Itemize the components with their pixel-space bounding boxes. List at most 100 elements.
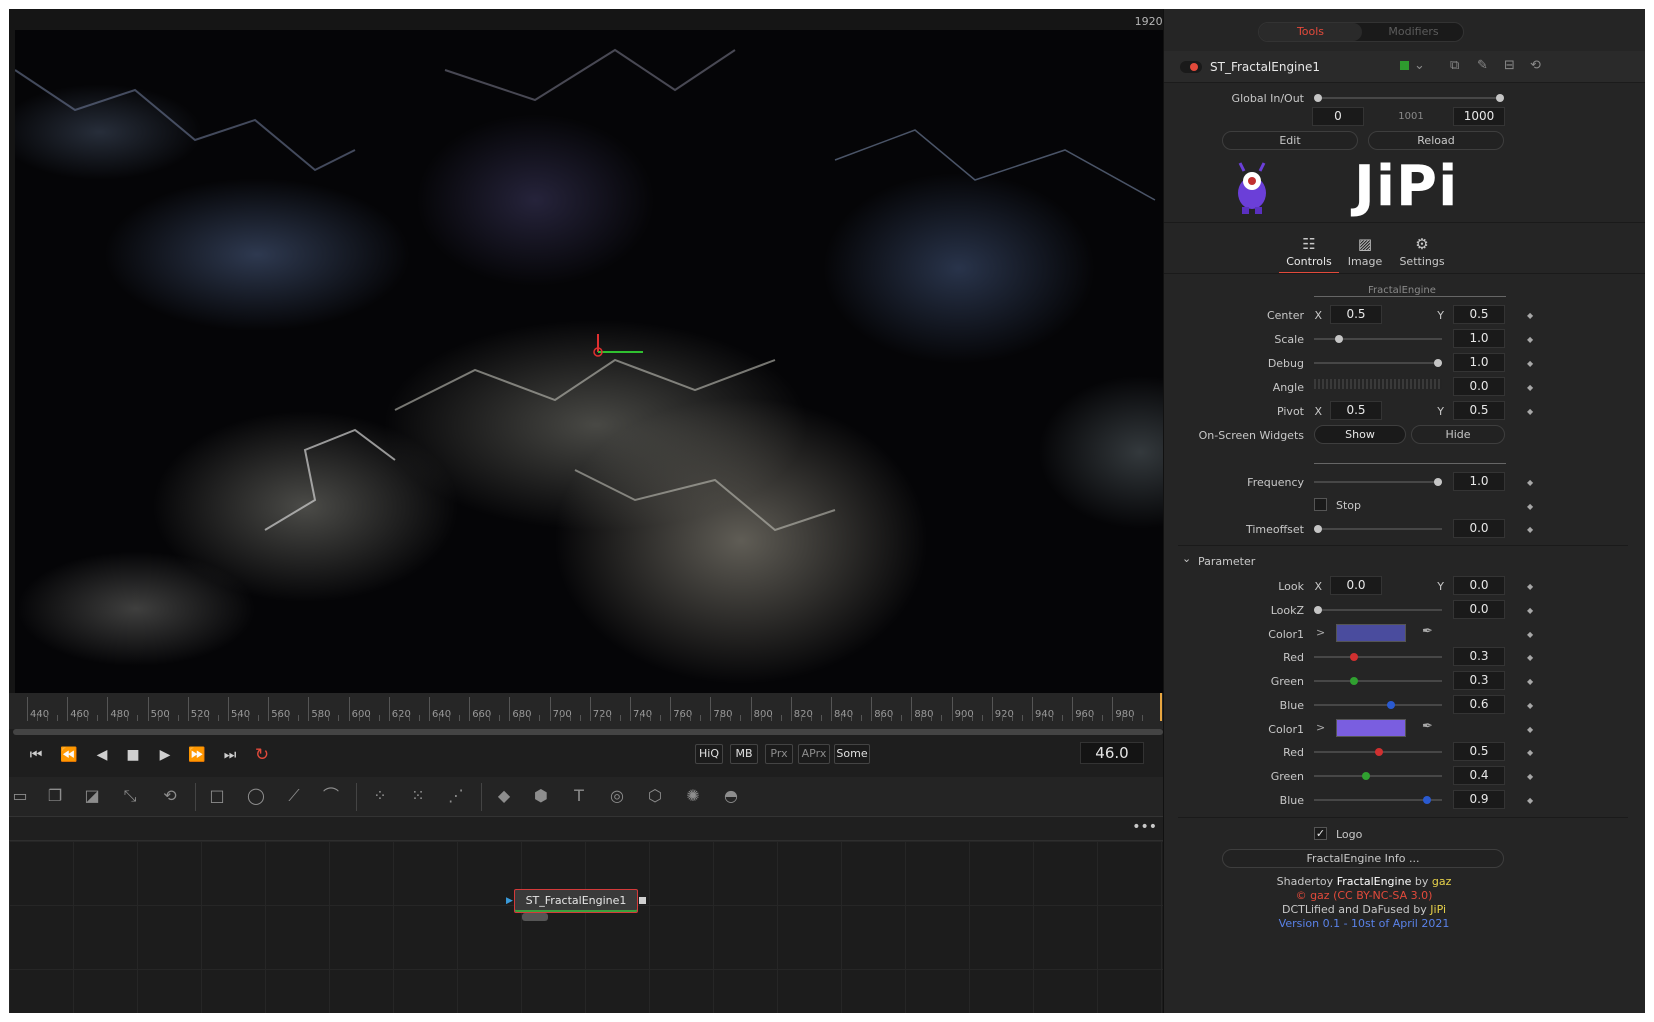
red-field[interactable]: 0.5 (1453, 742, 1505, 761)
some-button[interactable]: Some (834, 744, 870, 764)
camera-3d-icon[interactable]: ◎ (606, 785, 628, 807)
blue-slider[interactable] (1314, 704, 1442, 706)
more-options-icon[interactable]: ••• (1132, 819, 1157, 835)
node-mask-port[interactable] (522, 913, 548, 921)
keyframe-icon[interactable]: ◆ (1527, 630, 1533, 639)
loop-icon[interactable]: ↻ (249, 744, 275, 766)
lock-icon[interactable]: ⊟ (1504, 58, 1515, 73)
spotlight-3d-icon[interactable]: ◓ (720, 785, 742, 807)
node-input-icon[interactable]: ▶ (506, 896, 513, 906)
go-to-start-icon[interactable]: ⏮ (23, 744, 49, 766)
red-knob[interactable] (1350, 653, 1358, 661)
pivot-y-field[interactable]: 0.5 (1453, 401, 1505, 420)
keyframe-icon[interactable]: ◆ (1527, 383, 1533, 392)
stop-checkbox[interactable] (1314, 498, 1327, 511)
bspline-mask-icon[interactable]: ⌒ (320, 785, 342, 807)
info-button[interactable]: FractalEngine Info ... (1222, 849, 1504, 868)
reload-button[interactable]: Reload (1368, 131, 1504, 150)
hide-widgets-button[interactable]: Hide (1411, 425, 1505, 444)
time-scrubbar[interactable] (13, 729, 1163, 735)
scale-slider[interactable] (1314, 338, 1442, 340)
particle-style-icon[interactable]: ⋰ (445, 785, 467, 807)
hiq-button[interactable]: HiQ (695, 744, 723, 764)
global-out-knob[interactable] (1496, 94, 1504, 102)
frequency-field[interactable]: 1.0 (1453, 472, 1505, 491)
global-out-field[interactable]: 1000 (1453, 107, 1505, 126)
particle-emitter-icon[interactable]: ⁘ (369, 785, 391, 807)
look-x-field[interactable]: 0.0 (1330, 576, 1382, 595)
prx-button[interactable]: Prx (765, 744, 793, 764)
blue-field[interactable]: 0.9 (1453, 790, 1505, 809)
keyframe-icon[interactable]: ◆ (1527, 525, 1533, 534)
blue-field[interactable]: 0.6 (1453, 695, 1505, 714)
green-field[interactable]: 0.4 (1453, 766, 1505, 785)
play-icon[interactable]: ▶ (152, 744, 178, 766)
logo-checkbox[interactable]: ✓ (1314, 827, 1327, 840)
keyframe-icon[interactable]: ◆ (1527, 725, 1533, 734)
frequency-slider[interactable] (1314, 481, 1442, 483)
aprx-button[interactable]: APrx (798, 744, 830, 764)
tab-tools[interactable]: Tools (1259, 23, 1362, 41)
parameter-section-label[interactable]: Parameter (1198, 555, 1255, 568)
lookz-slider[interactable] (1314, 609, 1442, 611)
color2-swatch[interactable] (1336, 719, 1406, 737)
timeoffset-slider[interactable] (1314, 528, 1442, 530)
keyframe-icon[interactable]: ◆ (1527, 772, 1533, 781)
timeoffset-field[interactable]: 0.0 (1453, 519, 1505, 538)
keyframe-icon[interactable]: ◆ (1527, 606, 1533, 615)
debug-field[interactable]: 1.0 (1453, 353, 1505, 372)
global-inout-slider[interactable] (1318, 97, 1500, 99)
rectangle-mask-icon[interactable]: □ (206, 785, 228, 807)
reset-icon[interactable]: ⟲ (1530, 58, 1541, 73)
eyedropper-icon[interactable]: ✒ (1422, 719, 1433, 734)
global-in-knob[interactable] (1314, 94, 1322, 102)
show-widgets-button[interactable]: Show (1314, 425, 1406, 444)
keyframe-icon[interactable]: ◆ (1527, 311, 1533, 320)
timeline-ruler[interactable]: 440 460 480 500 520 540 560 580 600 620 640 660 680 7… (9, 693, 1227, 729)
keyframe-icon[interactable]: ◆ (1527, 653, 1533, 662)
debug-knob[interactable] (1434, 359, 1442, 367)
chevron-down-icon[interactable]: ⌄ (1414, 58, 1425, 73)
frequency-knob[interactable] (1434, 478, 1442, 486)
green-knob[interactable] (1362, 772, 1370, 780)
red-slider[interactable] (1314, 656, 1442, 658)
particle-render-icon[interactable]: ⁙ (407, 785, 429, 807)
text-3d-icon[interactable]: T (568, 785, 590, 807)
merge-tool-icon[interactable]: ❐ (44, 785, 66, 807)
transform-widget[interactable] (593, 334, 643, 357)
edit-button[interactable]: Edit (1222, 131, 1358, 150)
image-plane-3d-icon[interactable]: ◆ (493, 785, 515, 807)
step-forward-icon[interactable]: ⏩ (184, 744, 210, 766)
resize-tool-icon[interactable]: ⤡ (119, 785, 141, 807)
red-knob[interactable] (1375, 748, 1383, 756)
keyframe-icon[interactable]: ◆ (1527, 407, 1533, 416)
keyframe-icon[interactable]: ◆ (1527, 677, 1533, 686)
node-editor[interactable]: ▶ ST_FractalEngine1 (9, 841, 1163, 1013)
tab-image[interactable]: ▨ Image (1335, 235, 1395, 268)
eyedropper-icon[interactable]: ✒ (1422, 624, 1433, 639)
angle-field[interactable]: 0.0 (1453, 377, 1505, 396)
green-field[interactable]: 0.3 (1453, 671, 1505, 690)
green-knob[interactable] (1350, 677, 1358, 685)
pivot-x-field[interactable]: 0.5 (1330, 401, 1382, 420)
mb-button[interactable]: MB (730, 744, 758, 764)
center-x-field[interactable]: 0.5 (1330, 305, 1382, 324)
step-back-icon[interactable]: ⏪ (56, 744, 82, 766)
blue-knob[interactable] (1387, 701, 1395, 709)
look-y-field[interactable]: 0.0 (1453, 576, 1505, 595)
stop-icon[interactable]: ■ (120, 744, 146, 766)
transform-tool-icon[interactable]: ⟲ (159, 785, 181, 807)
keyframe-icon[interactable]: ◆ (1527, 478, 1533, 487)
keyframe-icon[interactable]: ◆ (1527, 359, 1533, 368)
color1-swatch[interactable] (1336, 624, 1406, 642)
keyframe-icon[interactable]: ◆ (1527, 582, 1533, 591)
pin-icon[interactable]: ✎ (1477, 58, 1488, 73)
timeoffset-knob[interactable] (1314, 525, 1322, 533)
keyframe-icon[interactable]: ◆ (1527, 701, 1533, 710)
chevron-right-icon[interactable]: > (1316, 626, 1325, 639)
playhead[interactable] (1160, 693, 1162, 721)
background-tool-icon[interactable]: ▭ (9, 785, 31, 807)
scale-field[interactable]: 1.0 (1453, 329, 1505, 348)
go-to-end-icon[interactable]: ⏭ (217, 744, 243, 766)
tab-settings[interactable]: ⚙ Settings (1392, 235, 1452, 268)
